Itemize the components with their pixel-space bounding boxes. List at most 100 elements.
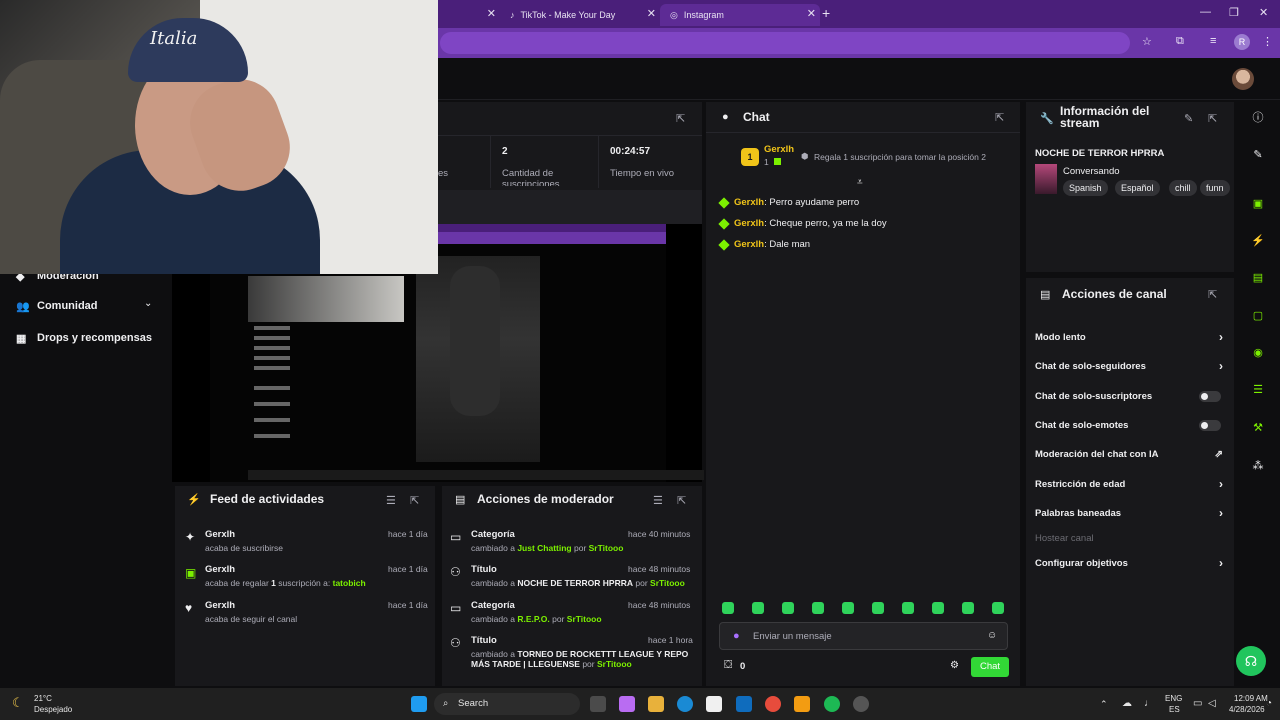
document-icon[interactable]: ▤: [1250, 270, 1266, 286]
popout-icon[interactable]: ⇱: [995, 111, 1004, 124]
chat-send-button[interactable]: Chat: [971, 657, 1009, 677]
emoji-icon[interactable]: ☺: [987, 630, 997, 641]
emote-icon[interactable]: [872, 602, 884, 614]
close-tab-icon[interactable]: ✕: [807, 7, 816, 20]
emote-icon[interactable]: [962, 602, 974, 614]
network-icon[interactable]: ▭: [1193, 698, 1202, 709]
stream-tag[interactable]: Spanish: [1063, 180, 1108, 196]
app-icon[interactable]: [853, 696, 869, 712]
stream-tag[interactable]: funn: [1200, 180, 1230, 196]
media-icon[interactable]: ≡: [1210, 35, 1216, 47]
chat-bubble-icon[interactable]: ▢: [1250, 308, 1266, 324]
channel-points-icon[interactable]: ⛋: [724, 659, 732, 672]
chat-username[interactable]: Gerxlh: [734, 218, 764, 229]
action-emotes-only[interactable]: Chat de solo-emotes: [1035, 420, 1223, 431]
feed-user[interactable]: Gerxlh: [205, 600, 235, 611]
stream-tag[interactable]: Español: [1115, 180, 1160, 196]
close-tab-icon[interactable]: ✕: [647, 7, 656, 20]
emote-icon[interactable]: [752, 602, 764, 614]
chat-input[interactable]: ● Enviar un mensaje ☺: [719, 622, 1008, 650]
notification-icon[interactable]: ◔: [1266, 698, 1272, 709]
taskbar-search[interactable]: ⌕ Search: [434, 693, 580, 715]
nav-drops[interactable]: ▦ Drops y recompensas: [16, 328, 152, 348]
action-banned-words[interactable]: Palabras baneadas ›: [1035, 506, 1223, 520]
stream-category[interactable]: Conversando: [1063, 166, 1120, 177]
extensions-icon[interactable]: ⁂: [1250, 458, 1266, 474]
collapse-icon[interactable]: ⩡: [857, 177, 863, 188]
action-followers-only[interactable]: Chat de solo-seguidores ›: [1035, 359, 1223, 373]
emote-icon[interactable]: [932, 602, 944, 614]
spotify-icon[interactable]: [824, 696, 840, 712]
action-slow-mode[interactable]: Modo lento ›: [1035, 330, 1223, 344]
app-icon[interactable]: [794, 696, 810, 712]
edge-icon[interactable]: [677, 696, 693, 712]
omnibox[interactable]: [440, 32, 1130, 54]
star-icon[interactable]: ☆: [1142, 35, 1152, 48]
menu-icon[interactable]: ⋮: [1262, 35, 1273, 48]
browser-profile-avatar[interactable]: R: [1234, 34, 1250, 50]
emote-icon[interactable]: [842, 602, 854, 614]
feed-user[interactable]: Gerxlh: [205, 564, 235, 575]
browser-tab-instagram[interactable]: ◎ Instagram ✕: [660, 4, 820, 26]
broadcast-icon[interactable]: ◉: [1250, 345, 1266, 361]
windows-start-icon[interactable]: [411, 696, 427, 712]
maximize-icon[interactable]: ❐: [1229, 6, 1239, 19]
settings-gear-icon[interactable]: ⚙: [950, 660, 959, 671]
close-window-icon[interactable]: ✕: [1259, 6, 1268, 19]
outlook-icon[interactable]: [736, 696, 752, 712]
clip-icon[interactable]: ▣: [1250, 196, 1266, 212]
emote-icon[interactable]: [992, 602, 1004, 614]
action-subscribers-only[interactable]: Chat de solo-suscriptores: [1035, 391, 1223, 402]
cloud-icon[interactable]: ☁: [1122, 698, 1132, 709]
store-icon[interactable]: [706, 696, 722, 712]
leader-name[interactable]: Gerxlh: [764, 144, 794, 155]
emote-icon[interactable]: [812, 602, 824, 614]
chevron-down-icon[interactable]: ⌄: [144, 298, 152, 309]
emotes-only-toggle[interactable]: [1199, 420, 1221, 431]
microphone-icon[interactable]: ●: [733, 630, 740, 642]
chat-username[interactable]: Gerxlh: [734, 197, 764, 208]
chevron-up-icon[interactable]: ⌃: [1100, 699, 1108, 710]
emote-icon[interactable]: [722, 602, 734, 614]
wrench-icon[interactable]: ⚒: [1250, 420, 1266, 436]
new-tab-icon[interactable]: +: [822, 5, 830, 21]
moon-weather-icon[interactable]: ☾: [12, 695, 24, 711]
edit-pencil-icon[interactable]: ✎: [1184, 112, 1193, 125]
popout-icon[interactable]: ⇱: [677, 494, 686, 507]
clock-date[interactable]: 4/28/2026: [1229, 705, 1265, 714]
task-view-icon[interactable]: [590, 696, 606, 712]
clock-time[interactable]: 12:09 AM: [1234, 694, 1268, 703]
popout-icon[interactable]: ⇱: [410, 494, 419, 507]
popout-icon[interactable]: ⇱: [1208, 288, 1217, 301]
category-boxart[interactable]: [1035, 164, 1057, 194]
help-button[interactable]: ☊: [1236, 646, 1266, 676]
info-icon[interactable]: ⓘ: [1250, 110, 1266, 126]
filter-icon[interactable]: ☰: [653, 494, 663, 507]
emote-icon[interactable]: [902, 602, 914, 614]
emote-icon[interactable]: [782, 602, 794, 614]
copilot-icon[interactable]: [619, 696, 635, 712]
popout-icon[interactable]: ⇱: [676, 112, 685, 125]
gift-prompt[interactable]: Regala 1 suscripción para tomar la posic…: [814, 152, 986, 162]
extensions-icon[interactable]: ⧉: [1176, 35, 1184, 48]
action-goals[interactable]: Configurar objetivos ›: [1035, 556, 1223, 570]
chat-username[interactable]: Gerxlh: [734, 239, 764, 250]
stream-tag[interactable]: chill: [1169, 180, 1197, 196]
microphone-icon[interactable]: ♩: [1144, 698, 1154, 709]
file-explorer-icon[interactable]: [648, 696, 664, 712]
language-top[interactable]: ENG: [1165, 694, 1182, 703]
subscribers-only-toggle[interactable]: [1199, 391, 1221, 402]
feed-user[interactable]: Gerxlh: [205, 529, 235, 540]
filter-icon[interactable]: ☰: [386, 494, 396, 507]
nav-comunidad[interactable]: 👥 Comunidad: [16, 296, 98, 316]
bolt-icon[interactable]: ⚡: [1250, 233, 1266, 249]
language-bottom[interactable]: ES: [1169, 705, 1180, 714]
user-avatar[interactable]: [1232, 68, 1254, 90]
list-icon[interactable]: ☰: [1250, 382, 1266, 398]
browser-tab-tiktok[interactable]: ♪ TikTok - Make Your Day ✕: [500, 4, 660, 26]
close-tab-icon[interactable]: ✕: [487, 7, 496, 20]
volume-icon[interactable]: ◁: [1208, 698, 1216, 709]
minimize-icon[interactable]: —: [1200, 6, 1211, 18]
chrome-icon[interactable]: [765, 696, 781, 712]
action-age-restriction[interactable]: Restricción de edad ›: [1035, 477, 1223, 491]
